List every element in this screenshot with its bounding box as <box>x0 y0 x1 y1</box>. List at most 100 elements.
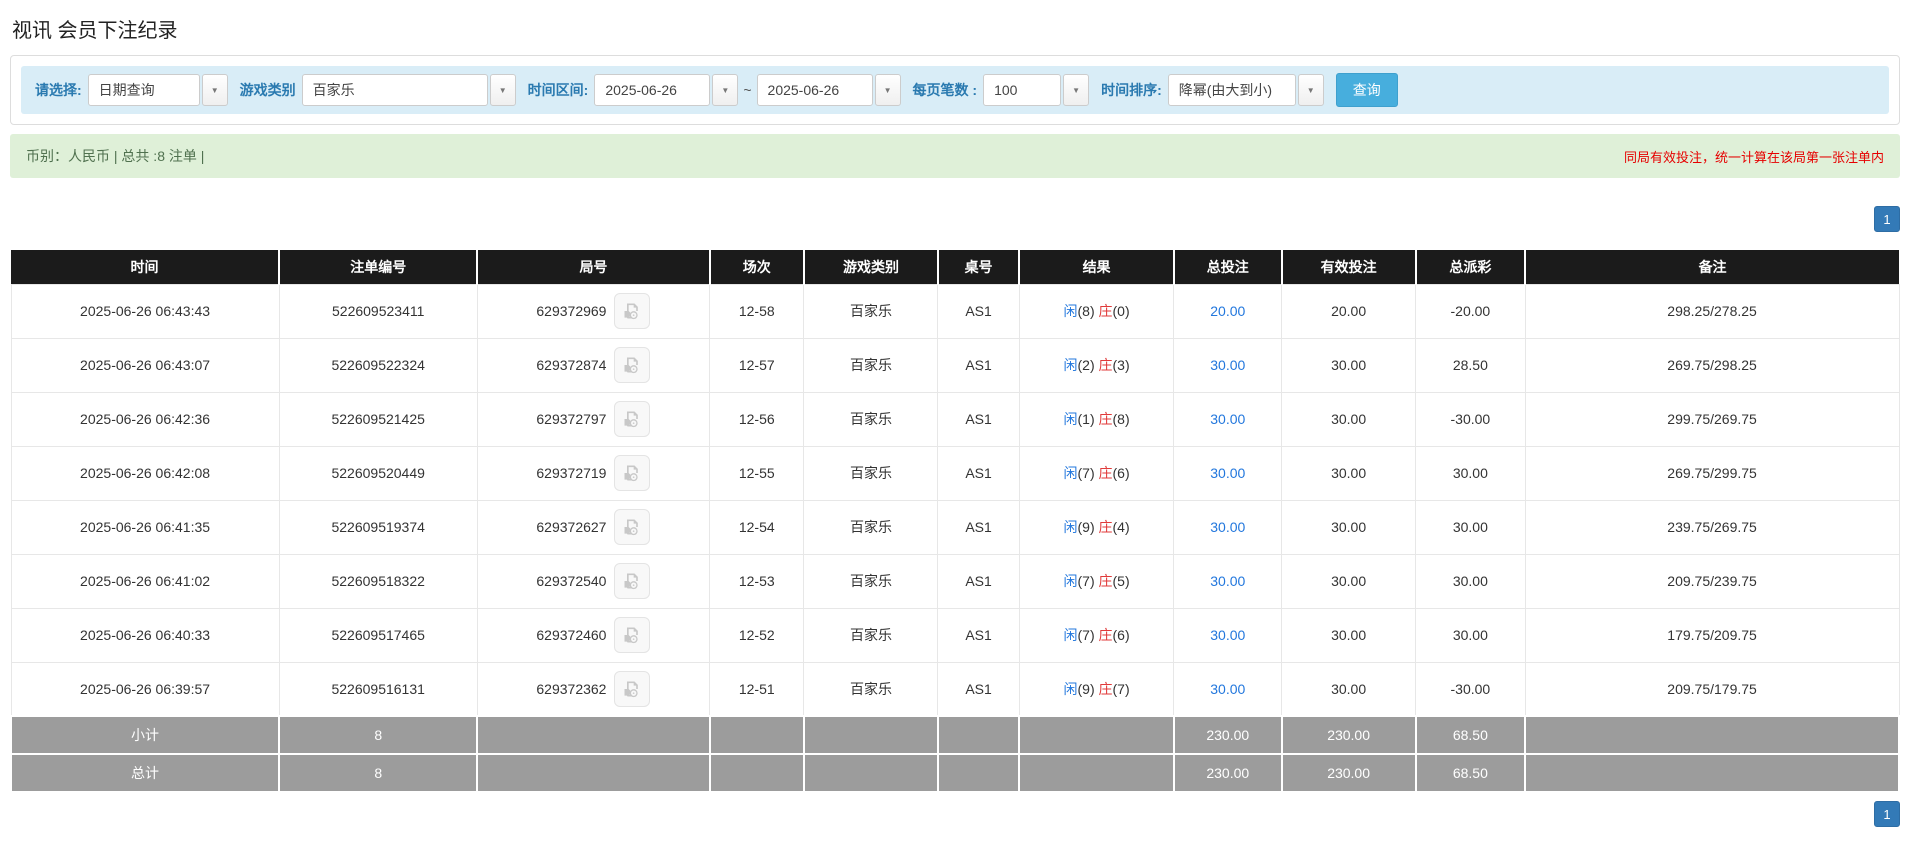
sort-order-label: 时间排序: <box>1101 82 1162 98</box>
column-header-5: 游戏类别 <box>803 250 939 284</box>
video-camera-icon <box>624 681 639 697</box>
round-id-text: 629372874 <box>536 357 607 373</box>
column-header-9: 有效投注 <box>1281 250 1417 284</box>
cell-session: 12-58 <box>709 283 805 339</box>
video-replay-button[interactable] <box>614 509 651 545</box>
page-size-combobox: 100 ▼ <box>983 74 1090 106</box>
cell-game-type: 百家乐 <box>803 607 939 663</box>
cell-session: 12-55 <box>709 445 805 501</box>
total-bet-link[interactable]: 30.00 <box>1210 573 1245 589</box>
page-1-button[interactable]: 1 <box>1874 206 1900 232</box>
cell-round-id: 629372719 <box>476 445 711 501</box>
chevron-down-icon[interactable]: ▼ <box>712 74 739 106</box>
currency-total-summary: 币别：人民币 | 总共 :8 注单 | <box>26 148 205 164</box>
sort-order-input[interactable]: 降幂(由大到小) <box>1167 74 1296 106</box>
cell-remark: 269.75/299.75 <box>1524 445 1900 501</box>
total-bet-link[interactable]: 30.00 <box>1210 627 1245 643</box>
cell-payout: -20.00 <box>1415 283 1526 339</box>
table-row: 2025-06-26 06:39:57 522609516131 629372362… <box>10 661 1900 717</box>
total-bet-link[interactable]: 30.00 <box>1210 681 1245 697</box>
chevron-down-icon[interactable]: ▼ <box>1063 74 1090 106</box>
total-bet-link[interactable]: 30.00 <box>1210 519 1245 535</box>
cell-valid-bet: 30.00 <box>1281 661 1417 717</box>
cell-game-type: 百家乐 <box>803 391 939 447</box>
subtotal-row: 小计 8 230.00 230.00 68.50 <box>9 715 1900 755</box>
total-row-empty-result <box>1018 753 1175 793</box>
video-replay-button[interactable] <box>614 293 651 329</box>
subtotal-row-empty-round <box>476 715 711 755</box>
player-value: (7) <box>1077 627 1099 643</box>
chevron-down-icon[interactable]: ▼ <box>489 74 516 106</box>
total-row-empty-round <box>476 753 711 793</box>
video-camera-icon <box>624 627 639 644</box>
table-row: 2025-06-26 06:40:33 522609517465 629372460… <box>10 607 1900 663</box>
column-header-1: 时间 <box>11 250 281 284</box>
total-bet-link[interactable]: 30.00 <box>1210 465 1245 481</box>
cell-time: 2025-06-26 06:42:08 <box>10 445 280 501</box>
video-camera-icon <box>624 303 639 320</box>
total-row-total-bet: 230.00 <box>1172 753 1283 793</box>
subtotal-row-total-bet: 230.00 <box>1172 715 1283 755</box>
subtotal-row-count: 8 <box>278 715 479 755</box>
chevron-down-icon[interactable]: ▼ <box>874 74 901 106</box>
date-from-input[interactable]: 2025-06-26 <box>594 74 711 106</box>
video-replay-button[interactable] <box>614 563 651 599</box>
video-replay-button[interactable] <box>614 347 651 383</box>
cell-table-no: AS1 <box>937 391 1020 447</box>
game-type-input[interactable]: 百家乐 <box>301 74 488 106</box>
video-replay-button[interactable] <box>614 617 651 653</box>
video-replay-button[interactable] <box>614 401 651 437</box>
cell-bet-id: 522609517465 <box>278 607 478 663</box>
chevron-down-icon[interactable]: ▼ <box>201 74 228 106</box>
cell-total-bet: 30.00 <box>1173 391 1283 447</box>
cell-payout: 28.50 <box>1415 337 1526 393</box>
cell-session: 12-52 <box>709 607 805 663</box>
subtotal-row-empty-remark <box>1524 715 1900 755</box>
cell-result: 闲(7) 庄(5) <box>1018 553 1175 609</box>
total-bet-link[interactable]: 30.00 <box>1210 357 1245 373</box>
cell-time: 2025-06-26 06:43:07 <box>10 337 280 393</box>
page-size-input[interactable]: 100 <box>983 74 1062 106</box>
player-value: (7) <box>1077 465 1099 481</box>
time-range-label: 时间区间: <box>527 82 589 98</box>
valid-bet-notice: 同局有效投注，统一计算在该局第一张注单内 <box>1623 149 1884 165</box>
query-type-input[interactable]: 日期查询 <box>87 74 200 106</box>
player-value: (7) <box>1077 573 1099 589</box>
total-bet-link[interactable]: 30.00 <box>1210 411 1245 427</box>
date-to-input[interactable]: 2025-06-26 <box>756 74 873 106</box>
total-row: 总计 8 230.00 230.00 68.50 <box>9 753 1900 793</box>
cell-valid-bet: 30.00 <box>1281 553 1417 609</box>
player-label: 闲 <box>1063 357 1078 373</box>
video-replay-button[interactable] <box>614 670 651 707</box>
cell-total-bet: 30.00 <box>1173 337 1283 393</box>
player-value: (2) <box>1077 357 1099 373</box>
table-row: 2025-06-26 06:42:08 522609520449 629372719… <box>10 445 1900 501</box>
page-1-button[interactable]: 1 <box>1874 801 1900 827</box>
player-label: 闲 <box>1063 465 1078 481</box>
subtotal-row-empty-game-type <box>802 715 939 755</box>
cell-time: 2025-06-26 06:43:43 <box>10 283 280 339</box>
subtotal-row-empty-result <box>1018 715 1175 755</box>
cell-total-bet: 30.00 <box>1173 607 1283 663</box>
total-bet-link[interactable]: 20.00 <box>1210 303 1245 319</box>
table-header-row: 时间 注单编号 局号 场次 游戏类别 桌号 结果 总投注 有效投注 总派彩 备注 <box>11 250 1899 284</box>
date-to-combobox: 2025-06-26 ▼ <box>756 74 901 106</box>
cell-table-no: AS1 <box>937 607 1020 663</box>
cell-remark: 179.75/209.75 <box>1524 607 1900 663</box>
cell-result: 闲(9) 庄(4) <box>1018 499 1175 555</box>
cell-table-no: AS1 <box>937 499 1020 555</box>
column-header-10: 总派彩 <box>1415 250 1527 284</box>
cell-total-bet: 30.00 <box>1173 499 1283 555</box>
cell-bet-id: 522609519374 <box>278 499 478 555</box>
video-replay-button[interactable] <box>614 455 651 491</box>
banker-label: 庄 <box>1098 680 1113 697</box>
cell-bet-id: 522609523411 <box>278 283 478 339</box>
column-header-11: 备注 <box>1525 250 1899 284</box>
page-title: 视讯 会员下注纪录 <box>12 20 178 42</box>
cell-valid-bet: 30.00 <box>1281 607 1417 663</box>
column-header-3: 局号 <box>477 250 711 284</box>
chevron-down-icon[interactable]: ▼ <box>1297 74 1324 106</box>
video-camera-icon <box>624 519 639 536</box>
search-button[interactable]: 查询 <box>1335 73 1398 107</box>
cell-payout: 30.00 <box>1415 445 1526 501</box>
